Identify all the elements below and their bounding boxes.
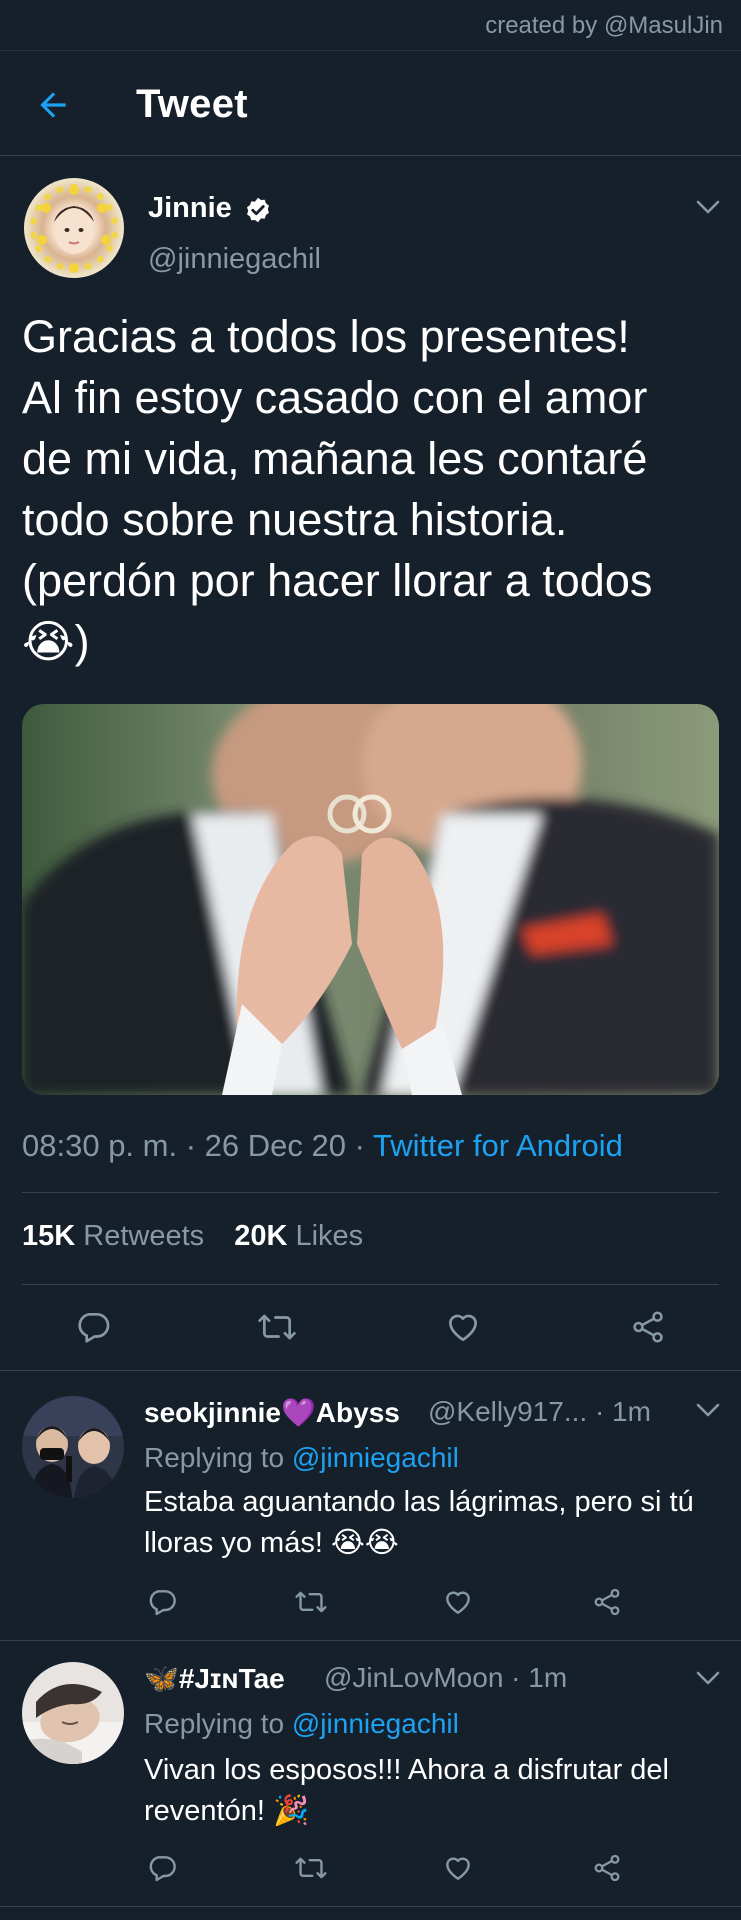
comment-icon: [78, 1312, 110, 1343]
avatar[interactable]: [24, 178, 124, 278]
share-icon: [594, 1588, 620, 1616]
heart-icon: [446, 1857, 470, 1880]
tweet-photo[interactable]: [22, 704, 719, 1095]
divider: [22, 1192, 719, 1193]
reply-author-handle[interactable]: @JinLovMoon · 1m: [324, 1662, 567, 1694]
reply-text: Vivan los esposos!!! Ahora a disfrutar d…: [144, 1754, 669, 1827]
author-name[interactable]: Jinnie: [148, 192, 232, 225]
top-app-bar: Tweet: [0, 52, 741, 156]
retweet-button[interactable]: [256, 1308, 298, 1346]
replying-to-label: Replying to: [144, 1708, 285, 1739]
share-icon: [633, 1311, 663, 1343]
share-icon: [594, 1854, 620, 1882]
reply-author-name[interactable]: seokjinnie💜Abyss: [144, 1396, 400, 1429]
status-divider: [0, 50, 741, 51]
verified-badge-icon: [244, 196, 272, 224]
author-handle[interactable]: @jinniegachil: [148, 243, 321, 276]
arrow-left-icon[interactable]: [34, 86, 72, 124]
meta-separator: ·: [354, 1128, 365, 1163]
retweet-icon: [258, 1314, 296, 1340]
heart-icon: [448, 1314, 478, 1342]
tweet-meta: 08:30 p. m. · 26 Dec 20 · Twitter for An…: [22, 1128, 623, 1164]
replying-to: Replying to @jinniegachil: [144, 1708, 459, 1740]
reply-button[interactable]: [74, 1308, 112, 1346]
share-button[interactable]: [591, 1852, 623, 1884]
chevron-down-icon[interactable]: [696, 1670, 720, 1686]
reply-button[interactable]: [146, 1852, 178, 1884]
reply-author-name[interactable]: 🦋#JɪɴTae: [144, 1662, 285, 1695]
watermark-credit: created by @MasulJin: [485, 12, 723, 39]
tweet-stats: 15K Retweets 20K Likes: [22, 1220, 385, 1253]
tweet-text: Gracias a todos los presentes! Al fin es…: [22, 311, 653, 667]
chevron-down-icon[interactable]: [696, 199, 720, 215]
avatar[interactable]: [22, 1396, 124, 1498]
tweet-date: 26 Dec 20: [204, 1128, 346, 1163]
page-title: Tweet: [136, 82, 248, 126]
chevron-down-icon[interactable]: [696, 1402, 720, 1418]
divider: [0, 1640, 741, 1641]
divider: [22, 1284, 719, 1285]
likes-label[interactable]: Likes: [295, 1220, 363, 1252]
share-button[interactable]: [628, 1308, 668, 1346]
retweets-label[interactable]: Retweets: [83, 1220, 204, 1252]
retweet-icon: [295, 1857, 327, 1879]
replying-to: Replying to @jinniegachil: [144, 1442, 459, 1474]
tweet-source-link[interactable]: Twitter for Android: [373, 1128, 623, 1163]
retweet-icon: [295, 1591, 327, 1613]
reply-author-handle[interactable]: @Kelly917... · 1m: [428, 1396, 651, 1428]
meta-separator: ·: [185, 1128, 197, 1163]
divider: [0, 1370, 741, 1371]
reply-button[interactable]: [146, 1586, 178, 1618]
divider: [0, 1906, 741, 1907]
comment-icon: [149, 1856, 176, 1882]
tweet-time: 08:30 p. m.: [22, 1128, 178, 1163]
comment-icon: [149, 1590, 176, 1616]
replying-to-label: Replying to: [144, 1442, 285, 1473]
like-button[interactable]: [442, 1852, 474, 1884]
like-button[interactable]: [444, 1308, 482, 1346]
retweets-count[interactable]: 15K: [22, 1220, 75, 1252]
retweet-button[interactable]: [294, 1852, 328, 1884]
like-button[interactable]: [442, 1586, 474, 1618]
likes-count[interactable]: 20K: [234, 1220, 287, 1252]
retweet-button[interactable]: [294, 1586, 328, 1618]
mention-link[interactable]: @jinniegachil: [292, 1708, 459, 1739]
mention-link[interactable]: @jinniegachil: [292, 1442, 459, 1473]
share-button[interactable]: [591, 1586, 623, 1618]
reply-text: Estaba aguantando las lágrimas, pero si …: [144, 1486, 694, 1559]
heart-icon: [446, 1591, 470, 1614]
avatar[interactable]: [22, 1662, 124, 1764]
